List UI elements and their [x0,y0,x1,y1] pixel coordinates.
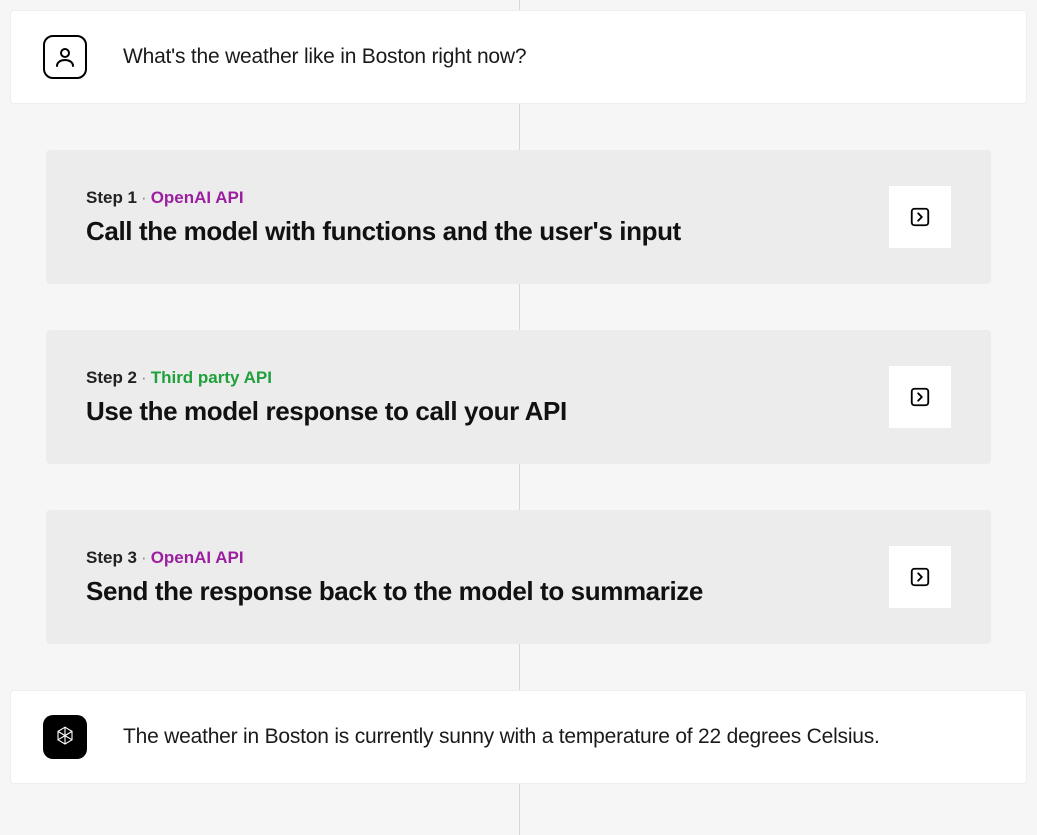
expand-button[interactable] [889,546,951,608]
step-title: Call the model with functions and the us… [86,216,865,247]
step-title: Send the response back to the model to s… [86,576,865,607]
step-card-1: Step 1·OpenAI API Call the model with fu… [46,150,991,284]
user-message-box: What's the weather like in Boston right … [10,10,1027,104]
step-tag: Third party API [151,368,272,387]
assistant-icon [43,715,87,759]
assistant-message-box: The weather in Boston is currently sunny… [10,690,1027,784]
assistant-message-text: The weather in Boston is currently sunny… [123,725,880,749]
step-label: Step 2 [86,368,137,387]
step-card-2: Step 2·Third party API Use the model res… [46,330,991,464]
step-meta: Step 1·OpenAI API [86,188,865,208]
user-message-text: What's the weather like in Boston right … [123,45,526,69]
step-label: Step 3 [86,548,137,567]
step-tag: OpenAI API [151,548,244,567]
user-icon [43,35,87,79]
step-tag: OpenAI API [151,188,244,207]
step-label: Step 1 [86,188,137,207]
expand-button[interactable] [889,186,951,248]
expand-button[interactable] [889,366,951,428]
step-meta: Step 2·Third party API [86,368,865,388]
chevron-right-box-icon [909,206,931,228]
step-card-3: Step 3·OpenAI API Send the response back… [46,510,991,644]
diagram-content: What's the weather like in Boston right … [0,0,1037,794]
step-meta: Step 3·OpenAI API [86,548,865,568]
chevron-right-box-icon [909,386,931,408]
step-title: Use the model response to call your API [86,396,865,427]
steps-container: Step 1·OpenAI API Call the model with fu… [10,150,1027,644]
chevron-right-box-icon [909,566,931,588]
